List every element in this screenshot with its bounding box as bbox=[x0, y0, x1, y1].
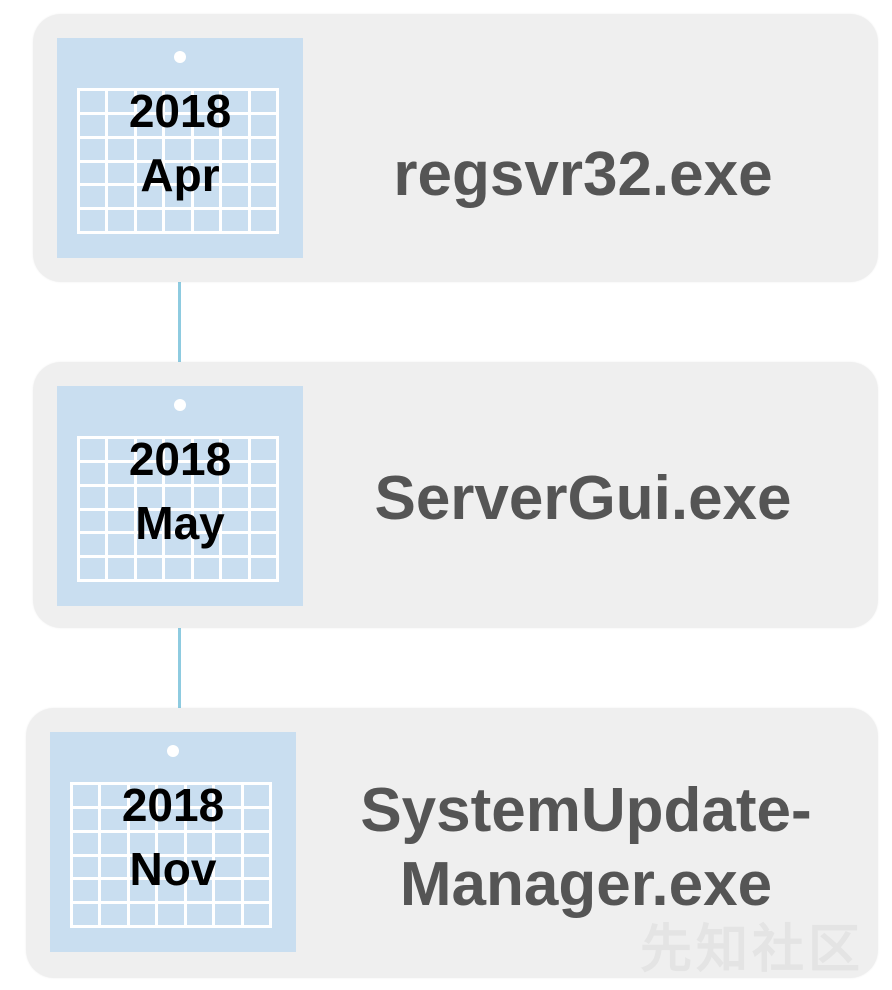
calendar-date: 2018 May bbox=[57, 436, 303, 546]
timeline-connector bbox=[178, 624, 181, 712]
calendar-icon: 2018 Apr bbox=[57, 38, 303, 258]
calendar-year: 2018 bbox=[121, 779, 225, 831]
calendar-month: Apr bbox=[140, 149, 220, 201]
calendar-year: 2018 bbox=[128, 433, 232, 485]
calendar-month: Nov bbox=[129, 843, 217, 895]
file-name-line-1: SystemUpdate- bbox=[360, 776, 812, 845]
timeline-connector bbox=[178, 274, 181, 362]
calendar-icon: 2018 May bbox=[57, 386, 303, 606]
file-name-label: ServerGui.exe bbox=[374, 464, 792, 533]
calendar-month: May bbox=[135, 497, 225, 549]
calendar-icon: 2018 Nov bbox=[50, 732, 296, 952]
file-name-label: SystemUpdate- Manager.exe bbox=[316, 774, 856, 923]
calendar-date: 2018 Nov bbox=[50, 782, 296, 892]
calendar-date: 2018 Apr bbox=[57, 88, 303, 198]
timeline-card-apr: 2018 Apr regsvr32.exe bbox=[33, 14, 878, 282]
calendar-ring bbox=[167, 745, 179, 757]
timeline-card-may: 2018 May ServerGui.exe bbox=[33, 362, 878, 628]
calendar-year: 2018 bbox=[128, 85, 232, 137]
calendar-ring bbox=[174, 51, 186, 63]
file-name-label: regsvr32.exe bbox=[393, 140, 773, 209]
watermark-text: 先知社区 bbox=[639, 920, 864, 980]
calendar-ring bbox=[174, 399, 186, 411]
